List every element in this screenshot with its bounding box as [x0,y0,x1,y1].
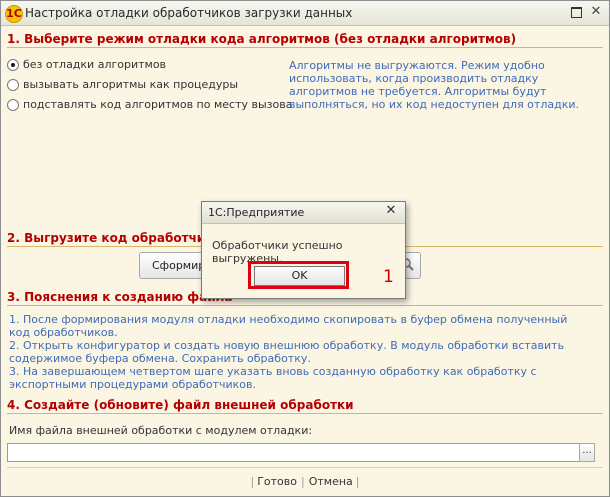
instruction-line: 1. После формирования модуля отладки нео… [9,313,568,326]
section-3-header: 3. Пояснения к созданию файла [7,290,233,304]
browse-button[interactable]: ... [579,443,595,462]
button-label: Сформир [152,259,206,272]
radio-button[interactable] [7,58,19,71]
cancel-button[interactable]: Отмена [309,475,353,488]
section-4-divider [7,413,603,414]
app-1c-icon: 1C [5,5,23,23]
mode-hint: Алгоритмы не выгружаются. Режим удобно и… [289,59,579,111]
instructions-text: 1. После формирования модуля отладки нео… [9,313,567,391]
done-button[interactable]: Готово [257,475,297,488]
radio-button[interactable] [7,98,19,111]
file-name-label: Имя файла внешней обработки с модулем от… [9,424,313,437]
instruction-line: код обработчиков. [9,326,118,339]
footer-actions: | Готово | Отмена | [1,475,609,488]
radio-inline-code[interactable]: подставлять код алгоритмов по месту вызо… [7,98,292,111]
window-title: Настройка отладки обработчиков загрузки … [25,6,353,20]
separator: | [301,475,305,488]
section-1-header: 1. Выберите режим отладки кода алгоритмо… [7,32,517,46]
separator: | [355,475,360,488]
section-4-header: 4. Создайте (обновите) файл внешней обра… [7,398,354,412]
dialog-close-icon[interactable]: ✕ [384,204,398,218]
dialog-title-bar: 1С:Предприятие [202,202,405,224]
maximize-icon[interactable] [569,5,583,19]
file-name-input[interactable] [7,443,583,462]
title-bar: 1C Настройка отладки обработчиков загруз… [1,1,609,26]
separator: | [250,475,255,488]
instruction-line: содержимое буфера обмена. Сохранить обра… [9,352,311,365]
instruction-line: 3. На завершающем четвертом шаге указать… [9,365,537,378]
dialog-title: 1С:Предприятие [208,206,305,219]
radio-label: подставлять код алгоритмов по месту вызо… [23,98,293,111]
radio-call-as-procedures[interactable]: вызывать алгоритмы как процедуры [7,78,238,91]
close-icon[interactable]: ✕ [589,5,603,19]
hint-line: выполняться, но их код недоступен для от… [289,98,579,111]
instruction-line: экспортными процедурами обработчиков. [9,378,256,391]
footer-divider [7,467,603,468]
annotation-number: 1 [383,267,394,287]
section-3-divider [7,305,603,306]
message-dialog: 1С:Предприятие ✕ Обработчики успешно выг… [201,201,406,299]
radio-label: без отладки алгоритмов [23,58,167,71]
instruction-line: 2. Открыть конфигуратор и создать новую … [9,339,565,352]
ok-highlight-box: OK [248,261,349,289]
radio-label: вызывать алгоритмы как процедуры [23,78,239,91]
hint-line: алгоритмов не требуется. Алгоритмы будут [289,85,547,98]
ok-button[interactable]: OK [254,266,345,286]
radio-no-debug[interactable]: без отладки алгоритмов [7,58,166,71]
section-2-header: 2. Выгрузите код обработчиков [7,231,230,245]
hint-line: использовать, когда производить отладку [289,72,539,85]
hint-line: Алгоритмы не выгружаются. Режим удобно [289,59,545,72]
section-1-divider [7,47,603,48]
radio-button[interactable] [7,78,19,91]
